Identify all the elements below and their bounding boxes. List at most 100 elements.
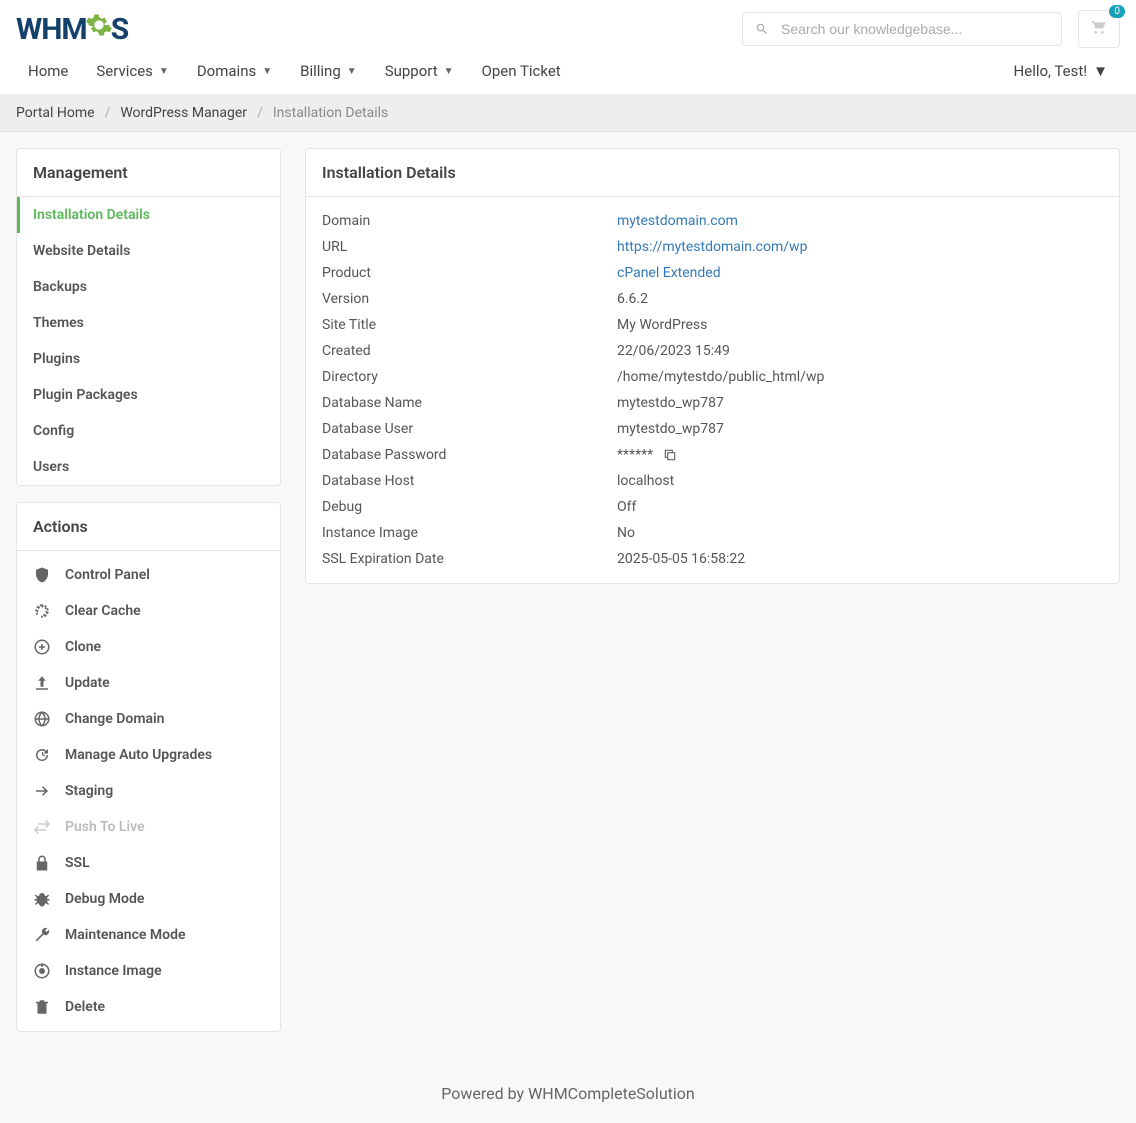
action-label: Clear Cache [65,603,141,619]
gear-icon [85,11,113,47]
user-menu[interactable]: Hello, Test! ▼ [1002,48,1120,94]
wrench-icon [33,926,51,944]
action-change-domain[interactable]: Change Domain [17,701,280,737]
swap-icon [33,818,51,836]
lock-icon [33,854,51,872]
action-label: Manage Auto Upgrades [65,747,212,763]
action-label: Change Domain [65,711,164,727]
detail-label: Directory [322,369,617,385]
sidebar-item-users[interactable]: Users [17,449,280,485]
detail-row: ProductcPanel Extended [306,260,1119,286]
action-label: Delete [65,999,105,1015]
refresh-dotted-icon [33,602,51,620]
sidebar-item-installation-details[interactable]: Installation Details [17,197,280,233]
breadcrumb-separator: / [257,105,263,121]
management-card: Management Installation DetailsWebsite D… [16,148,281,486]
action-delete[interactable]: Delete [17,989,280,1025]
action-manage-auto-upgrades[interactable]: Manage Auto Upgrades [17,737,280,773]
nav-item-billing[interactable]: Billing▼ [288,48,369,94]
detail-label: Version [322,291,617,307]
detail-row: Site TitleMy WordPress [306,312,1119,338]
search-box[interactable] [742,12,1062,46]
action-clone[interactable]: Clone [17,629,280,665]
chevron-down-icon: ▼ [262,66,272,77]
action-control-panel[interactable]: Control Panel [17,557,280,593]
sidebar-item-plugin-packages[interactable]: Plugin Packages [17,377,280,413]
detail-value: /home/mytestdo/public_html/wp [617,369,824,385]
detail-link[interactable]: cPanel Extended [617,265,721,281]
detail-label: Database Password [322,447,617,463]
action-maintenance-mode[interactable]: Maintenance Mode [17,917,280,953]
copy-icon[interactable] [663,448,677,462]
action-label: Staging [65,783,113,799]
detail-row: Database Usermytestdo_wp787 [306,416,1119,442]
detail-label: Debug [322,499,617,515]
detail-label: Database User [322,421,617,437]
action-label: SSL [65,855,90,871]
detail-value: 2025-05-05 16:58:22 [617,551,745,567]
detail-value: 22/06/2023 15:49 [617,343,730,359]
chevron-down-icon: ▼ [1093,62,1108,80]
cart-button[interactable]: 0 [1078,10,1120,48]
arrow-right-icon [33,782,51,800]
action-label: Update [65,675,110,691]
detail-row: Created22/06/2023 15:49 [306,338,1119,364]
action-instance-image[interactable]: Instance Image [17,953,280,989]
chevron-down-icon: ▼ [444,66,454,77]
upload-icon [33,674,51,692]
detail-link[interactable]: mytestdomain.com [617,213,738,229]
action-clear-cache[interactable]: Clear Cache [17,593,280,629]
bug-icon [33,890,51,908]
nav-item-domains[interactable]: Domains▼ [185,48,284,94]
history-icon [33,746,51,764]
action-push-to-live: Push To Live [17,809,280,845]
trash-icon [33,998,51,1016]
detail-label: Database Name [322,395,617,411]
detail-value: localhost [617,473,674,489]
details-card: Installation Details Domainmytestdomain.… [305,148,1120,584]
detail-value: Off [617,499,636,515]
nav-label: Services [96,62,153,80]
nav-item-home[interactable]: Home [16,48,80,94]
sidebar-item-themes[interactable]: Themes [17,305,280,341]
action-label: Instance Image [65,963,162,979]
image-icon [33,962,51,980]
detail-row: Instance ImageNo [306,520,1119,546]
detail-row: Database Hostlocalhost [306,468,1119,494]
detail-row: Database Password****** [306,442,1119,468]
action-ssl[interactable]: SSL [17,845,280,881]
action-staging[interactable]: Staging [17,773,280,809]
sidebar-item-plugins[interactable]: Plugins [17,341,280,377]
navbar: HomeServices▼Domains▼Billing▼Support▼Ope… [0,48,1136,95]
nav-label: Open Ticket [482,62,561,80]
action-update[interactable]: Update [17,665,280,701]
nav-item-support[interactable]: Support▼ [373,48,466,94]
detail-label: URL [322,239,617,255]
details-title: Installation Details [306,149,1119,197]
detail-row: URLhttps://mytestdomain.com/wp [306,234,1119,260]
nav-item-open-ticket[interactable]: Open Ticket [470,48,573,94]
cart-icon [1091,19,1107,35]
breadcrumb-item[interactable]: Portal Home [16,105,95,121]
clone-icon [33,638,51,656]
sidebar-item-website-details[interactable]: Website Details [17,233,280,269]
detail-row: Domainmytestdomain.com [306,197,1119,234]
chevron-down-icon: ▼ [347,66,357,77]
management-title: Management [17,149,280,197]
detail-value: 6.6.2 [617,291,648,307]
logo[interactable]: WHMS [16,11,128,47]
sidebar-item-config[interactable]: Config [17,413,280,449]
detail-label: Site Title [322,317,617,333]
detail-label: Domain [322,213,617,229]
breadcrumb-separator: / [105,105,111,121]
search-input[interactable] [781,21,1049,37]
nav-item-services[interactable]: Services▼ [84,48,180,94]
detail-row: Directory/home/mytestdo/public_html/wp [306,364,1119,390]
sidebar-item-backups[interactable]: Backups [17,269,280,305]
action-label: Maintenance Mode [65,927,186,943]
action-debug-mode[interactable]: Debug Mode [17,881,280,917]
breadcrumb-item[interactable]: WordPress Manager [120,105,247,121]
detail-value: ****** [617,447,653,463]
detail-link[interactable]: https://mytestdomain.com/wp [617,239,807,255]
detail-value: mytestdo_wp787 [617,395,724,411]
